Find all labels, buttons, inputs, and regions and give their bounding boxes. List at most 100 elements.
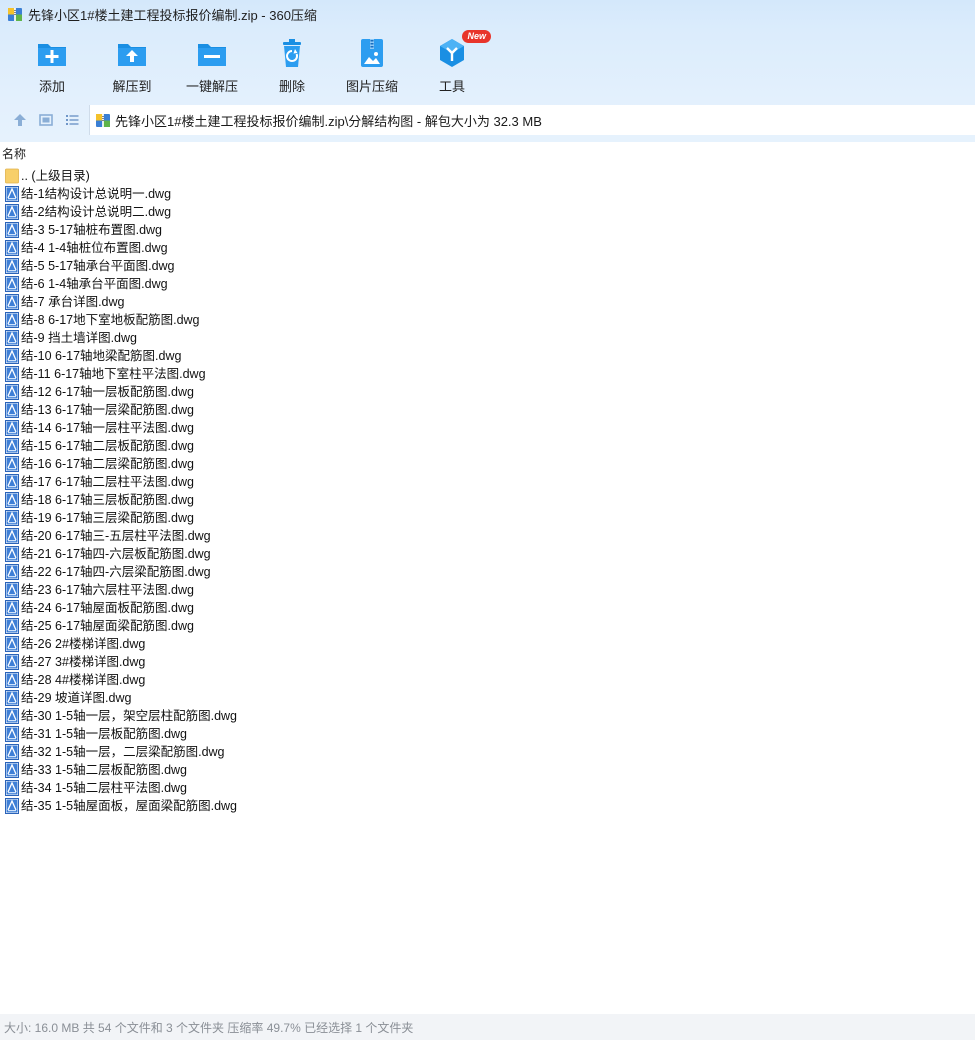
add-icon — [35, 36, 69, 70]
file-row[interactable]: 结-33 1-5轴二层板配筋图.dwg — [0, 761, 975, 779]
one-click-extract-button[interactable]: 一键解压 — [172, 36, 252, 98]
dwg-file-icon — [4, 798, 20, 814]
dwg-file-icon — [4, 600, 20, 616]
dwg-file-icon — [4, 780, 20, 796]
file-row[interactable]: 结-30 1-5轴一层，架空层柱配筋图.dwg — [0, 707, 975, 725]
file-list: 名称 .. (上级目录) 结-1结构设计总说明一.dwg 结-2结构设计总说明二.… — [0, 142, 975, 1014]
file-name: 结-15 6-17轴二层板配筋图.dwg — [21, 439, 194, 453]
column-header-name[interactable]: 名称 — [0, 142, 975, 164]
file-row[interactable]: 结-16 6-17轴二层梁配筋图.dwg — [0, 455, 975, 473]
dwg-file-icon — [4, 474, 20, 490]
folder-icon — [4, 168, 20, 184]
dwg-file-icon — [4, 564, 20, 580]
file-row[interactable]: 结-32 1-5轴一层，二层梁配筋图.dwg — [0, 743, 975, 761]
file-row[interactable]: 结-1结构设计总说明一.dwg — [0, 185, 975, 203]
file-name: 结-23 6-17轴六层柱平法图.dwg — [21, 583, 194, 597]
dwg-file-icon — [4, 690, 20, 706]
address-path: 先锋小区1#楼土建工程投标报价编制.zip\分解结构图 - 解包大小为 32.3… — [115, 113, 542, 129]
tools-button-label: 工具 — [438, 79, 465, 94]
file-row[interactable]: 结-23 6-17轴六层柱平法图.dwg — [0, 581, 975, 599]
dwg-file-icon — [4, 330, 20, 346]
extract-to-button[interactable]: 解压到 — [92, 36, 172, 98]
file-name: 结-29 坡道详图.dwg — [21, 691, 132, 705]
file-row[interactable]: 结-15 6-17轴二层板配筋图.dwg — [0, 437, 975, 455]
file-row[interactable]: 结-35 1-5轴屋面板，屋面梁配筋图.dwg — [0, 797, 975, 815]
file-name: 结-20 6-17轴三-五层柱平法图.dwg — [21, 529, 211, 543]
address-bar[interactable]: 先锋小区1#楼土建工程投标报价编制.zip\分解结构图 - 解包大小为 32.3… — [89, 105, 975, 135]
file-name: 结-34 1-5轴二层柱平法图.dwg — [21, 781, 188, 795]
file-row[interactable]: 结-26 2#楼梯详图.dwg — [0, 635, 975, 653]
up-level-button[interactable] — [11, 111, 29, 129]
file-name: 结-8 6-17地下室地板配筋图.dwg — [21, 313, 200, 327]
dwg-file-icon — [4, 762, 20, 778]
file-row[interactable]: 结-19 6-17轴三层梁配筋图.dwg — [0, 509, 975, 527]
file-row[interactable]: 结-31 1-5轴一层板配筋图.dwg — [0, 725, 975, 743]
file-row[interactable]: 结-7 承台详图.dwg — [0, 293, 975, 311]
dwg-file-icon — [4, 312, 20, 328]
list-view-icon — [66, 115, 79, 125]
file-row[interactable]: 结-24 6-17轴屋面板配筋图.dwg — [0, 599, 975, 617]
delete-button-label: 删除 — [278, 79, 305, 94]
extract-to-button-label: 解压到 — [112, 79, 152, 94]
dwg-file-icon — [4, 528, 20, 544]
dwg-file-icon — [4, 708, 20, 724]
file-row[interactable]: 结-28 4#楼梯详图.dwg — [0, 671, 975, 689]
dwg-file-icon — [4, 204, 20, 220]
file-row[interactable]: 结-9 挡土墙详图.dwg — [0, 329, 975, 347]
file-row[interactable]: 结-5 5-17轴承台平面图.dwg — [0, 257, 975, 275]
file-row[interactable]: 结-22 6-17轴四-六层梁配筋图.dwg — [0, 563, 975, 581]
file-row[interactable]: 结-17 6-17轴二层柱平法图.dwg — [0, 473, 975, 491]
thumbnail-view-button[interactable] — [37, 111, 55, 129]
delete-button[interactable]: 删除 — [252, 36, 332, 98]
app-window: 先锋小区1#楼土建工程投标报价编制.zip - 360压缩 添加 解压到 一键解… — [0, 0, 975, 1040]
dwg-file-icon — [4, 456, 20, 472]
file-row[interactable]: 结-34 1-5轴二层柱平法图.dwg — [0, 779, 975, 797]
tools-button[interactable]: New 工具 — [412, 30, 492, 98]
top-chrome: 先锋小区1#楼土建工程投标报价编制.zip - 360压缩 添加 解压到 一键解… — [0, 0, 975, 142]
dwg-file-icon — [4, 258, 20, 274]
file-name: 结-5 5-17轴承台平面图.dwg — [21, 259, 175, 273]
file-rows: .. (上级目录) 结-1结构设计总说明一.dwg 结-2结构设计总说明二.dwg… — [0, 167, 975, 815]
file-row[interactable]: 结-6 1-4轴承台平面图.dwg — [0, 275, 975, 293]
dwg-file-icon — [4, 438, 20, 454]
file-name: 结-30 1-5轴一层，架空层柱配筋图.dwg — [21, 709, 238, 723]
file-row[interactable]: 结-13 6-17轴一层梁配筋图.dwg — [0, 401, 975, 419]
file-row[interactable]: 结-10 6-17轴地梁配筋图.dwg — [0, 347, 975, 365]
file-name: 结-24 6-17轴屋面板配筋图.dwg — [21, 601, 194, 615]
file-row[interactable]: 结-11 6-17轴地下室柱平法图.dwg — [0, 365, 975, 383]
list-view-button[interactable] — [63, 111, 81, 129]
file-row[interactable]: 结-14 6-17轴一层柱平法图.dwg — [0, 419, 975, 437]
dwg-file-icon — [4, 654, 20, 670]
file-name: 结-35 1-5轴屋面板，屋面梁配筋图.dwg — [21, 799, 238, 813]
file-name: 结-10 6-17轴地梁配筋图.dwg — [21, 349, 182, 363]
title-bar: 先锋小区1#楼土建工程投标报价编制.zip - 360压缩 — [0, 0, 975, 28]
image-compress-button[interactable]: 图片压缩 — [332, 36, 412, 98]
file-name: 结-4 1-4轴桩位布置图.dwg — [21, 241, 168, 255]
file-name: 结-14 6-17轴一层柱平法图.dwg — [21, 421, 194, 435]
parent-directory-row[interactable]: .. (上级目录) — [0, 167, 975, 185]
thumbnail-view-icon — [39, 114, 53, 126]
file-name: 结-26 2#楼梯详图.dwg — [21, 637, 146, 651]
file-name: 结-19 6-17轴三层梁配筋图.dwg — [21, 511, 194, 525]
zip-file-icon — [95, 112, 111, 128]
dwg-file-icon — [4, 744, 20, 760]
file-row[interactable]: 结-29 坡道详图.dwg — [0, 689, 975, 707]
file-row[interactable]: 结-8 6-17地下室地板配筋图.dwg — [0, 311, 975, 329]
file-row[interactable]: 结-25 6-17轴屋面梁配筋图.dwg — [0, 617, 975, 635]
add-button[interactable]: 添加 — [12, 36, 92, 98]
file-name: 结-3 5-17轴桩布置图.dwg — [21, 223, 163, 237]
add-button-label: 添加 — [38, 79, 65, 94]
file-row[interactable]: 结-2结构设计总说明二.dwg — [0, 203, 975, 221]
status-text: 大小: 16.0 MB 共 54 个文件和 3 个文件夹 压缩率 49.7% 已… — [4, 1020, 414, 1035]
file-row[interactable]: 结-3 5-17轴桩布置图.dwg — [0, 221, 975, 239]
file-row[interactable]: 结-21 6-17轴四-六层板配筋图.dwg — [0, 545, 975, 563]
file-row[interactable]: 结-4 1-4轴桩位布置图.dwg — [0, 239, 975, 257]
one-click-extract-icon — [195, 36, 229, 70]
file-row[interactable]: 结-12 6-17轴一层板配筋图.dwg — [0, 383, 975, 401]
file-row[interactable]: 结-27 3#楼梯详图.dwg — [0, 653, 975, 671]
file-row[interactable]: 结-18 6-17轴三层板配筋图.dwg — [0, 491, 975, 509]
parent-directory-label: .. (上级目录) — [21, 169, 90, 183]
file-name: 结-25 6-17轴屋面梁配筋图.dwg — [21, 619, 194, 633]
column-name-label: 名称 — [2, 146, 27, 161]
file-row[interactable]: 结-20 6-17轴三-五层柱平法图.dwg — [0, 527, 975, 545]
